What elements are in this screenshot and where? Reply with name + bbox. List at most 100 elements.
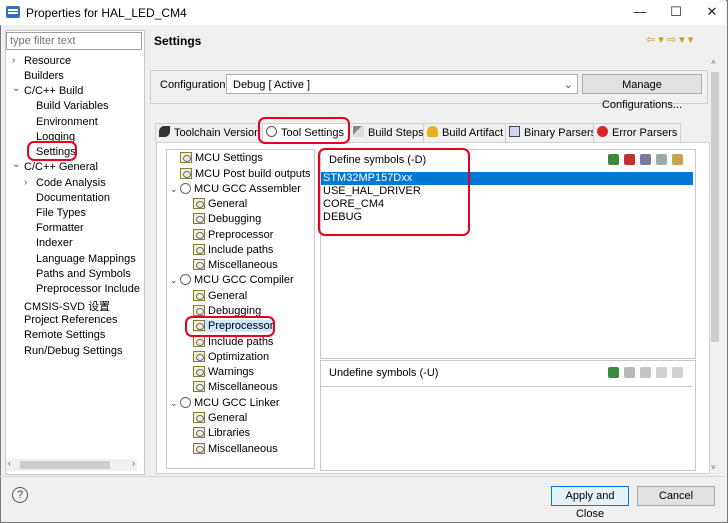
scroll-right-icon[interactable]: › [132, 458, 135, 468]
sidebar-item-logging[interactable]: Logging [36, 131, 75, 143]
define-symbols-title: Define symbols (-D) [329, 154, 427, 166]
move-up-icon[interactable] [656, 367, 667, 378]
gear-icon [180, 397, 191, 408]
sidebar-item-paths-and-symbols[interactable]: Paths and Symbols [36, 268, 131, 280]
sidebar-item-indexer[interactable]: Indexer [36, 237, 73, 249]
tree-item-asm-miscellaneous[interactable]: Miscellaneous [193, 259, 278, 271]
tab-tool-settings[interactable]: Tool Settings [262, 123, 351, 142]
configuration-value: Debug [ Active ] [233, 79, 311, 91]
tab-binary-parsers[interactable]: Binary Parsers [505, 123, 596, 142]
sidebar-item-cpp-build[interactable]: C/C++ Build [24, 85, 83, 97]
sidebar-item-settings[interactable]: Settings [36, 146, 76, 158]
close-button[interactable]: ✕ [698, 3, 726, 21]
tree-item-cc-general[interactable]: General [193, 290, 247, 302]
add-icon[interactable] [608, 154, 619, 165]
minimize-button[interactable]: — [626, 3, 654, 21]
configuration-select[interactable]: Debug [ Active ] ⌄ [226, 74, 578, 94]
history-nav-buttons[interactable]: ⇦ ▾ ⇨ ▾ ▾ [646, 33, 693, 46]
tree-item-asm-include-paths[interactable]: Include paths [193, 244, 273, 256]
scroll-left-icon[interactable]: ‹ [8, 458, 11, 468]
collapse-arrow-icon[interactable]: ⌄ [170, 275, 180, 286]
tree-item-cc-debugging[interactable]: Debugging [193, 305, 261, 317]
sidebar-item-file-types[interactable]: File Types [36, 207, 86, 219]
settings-page-icon [193, 320, 205, 331]
tree-item-cc-preprocessor[interactable]: Preprocessor [193, 320, 276, 332]
sidebar-item-resource[interactable]: Resource [24, 55, 71, 67]
filter-input[interactable] [6, 32, 142, 50]
tree-label: General [208, 198, 248, 210]
settings-page-icon [193, 351, 205, 362]
list-item[interactable]: DEBUG [321, 211, 693, 224]
gear-icon [180, 183, 191, 194]
tab-label: Tool Settings [281, 127, 344, 139]
tree-item-asm-preprocessor[interactable]: Preprocessor [193, 229, 273, 241]
sidebar-item-builders[interactable]: Builders [24, 70, 64, 82]
tree-item-cc-include-paths[interactable]: Include paths [193, 336, 273, 348]
sidebar-item-cpp-general[interactable]: C/C++ General [24, 161, 98, 173]
tab-label: Build Steps [368, 127, 424, 139]
edit-icon[interactable] [640, 367, 651, 378]
tree-item-ld-general[interactable]: General [193, 412, 247, 424]
tree-item-ld-libraries[interactable]: Libraries [193, 427, 250, 439]
delete-icon[interactable] [624, 367, 635, 378]
list-item[interactable]: STM32MP157Dxx [321, 172, 693, 185]
tree-item-cc-miscellaneous[interactable]: Miscellaneous [193, 381, 278, 393]
tree-item-cc-optimization[interactable]: Optimization [193, 351, 269, 363]
tab-build-steps[interactable]: Build Steps [349, 123, 425, 142]
tree-item-ld-miscellaneous[interactable]: Miscellaneous [193, 443, 278, 455]
scrollbar-thumb[interactable] [711, 72, 719, 342]
expand-arrow-icon[interactable]: › [24, 177, 27, 188]
main-vertical-scrollbar[interactable]: ˄ ˅ [709, 58, 721, 472]
list-item[interactable]: USE_HAL_DRIVER [321, 185, 693, 198]
move-down-icon[interactable] [672, 154, 683, 165]
sidebar-item-preprocessor-include[interactable]: Preprocessor Include [36, 283, 140, 295]
tree-item-mcu-gcc-compiler[interactable]: ⌄ MCU GCC Compiler [170, 274, 294, 286]
sidebar-horizontal-scrollbar[interactable]: ‹ › [6, 458, 137, 471]
tab-error-parsers[interactable]: Error Parsers [593, 123, 681, 142]
scroll-down-icon[interactable]: ˅ [711, 463, 716, 472]
collapse-arrow-icon[interactable]: ⌄ [170, 184, 180, 195]
sidebar-item-formatter[interactable]: Formatter [36, 222, 84, 234]
tree-item-mcu-post-build[interactable]: MCU Post build outputs [180, 168, 311, 180]
manage-configurations-button[interactable]: Manage Configurations... [582, 74, 702, 111]
tab-build-artifact[interactable]: Build Artifact [423, 123, 507, 142]
sidebar-item-environment[interactable]: Environment [36, 116, 98, 128]
collapse-arrow-icon[interactable]: ⌄ [12, 159, 20, 170]
sidebar-item-cmsis-svd[interactable]: CMSIS-SVD 设置 [24, 298, 110, 314]
cancel-button[interactable]: Cancel [637, 486, 715, 506]
tab-toolchain-version[interactable]: Toolchain Version [155, 123, 265, 142]
apply-and-close-button[interactable]: Apply and Close [551, 486, 629, 520]
expand-arrow-icon[interactable]: › [12, 55, 15, 66]
sidebar-item-code-analysis[interactable]: Code Analysis [36, 177, 106, 189]
tree-label: MCU GCC Compiler [194, 274, 294, 286]
sidebar-item-build-variables[interactable]: Build Variables [36, 100, 109, 112]
move-up-icon[interactable] [656, 154, 667, 165]
collapse-arrow-icon[interactable]: ⌄ [170, 398, 180, 409]
collapse-arrow-icon[interactable]: ⌄ [12, 83, 20, 94]
settings-page-icon [193, 443, 205, 454]
move-down-icon[interactable] [672, 367, 683, 378]
add-icon[interactable] [608, 367, 619, 378]
settings-page-icon [193, 290, 205, 301]
tree-label: Miscellaneous [208, 259, 278, 271]
binary-icon [509, 126, 520, 137]
scroll-up-icon[interactable]: ˄ [711, 58, 716, 67]
tree-item-asm-general[interactable]: General [193, 198, 247, 210]
sidebar-item-run-debug-settings[interactable]: Run/Debug Settings [24, 345, 122, 357]
delete-icon[interactable] [624, 154, 635, 165]
tree-item-mcu-gcc-linker[interactable]: ⌄ MCU GCC Linker [170, 397, 280, 409]
scrollbar-thumb[interactable] [20, 461, 110, 469]
sidebar-item-language-mappings[interactable]: Language Mappings [36, 253, 136, 265]
tree-label: Miscellaneous [208, 381, 278, 393]
edit-icon[interactable] [640, 154, 651, 165]
sidebar-item-project-references[interactable]: Project References [24, 314, 118, 326]
maximize-button[interactable]: ☐ [662, 3, 690, 21]
sidebar-item-documentation[interactable]: Documentation [36, 192, 110, 204]
tree-item-cc-warnings[interactable]: Warnings [193, 366, 254, 378]
tree-item-mcu-settings[interactable]: MCU Settings [180, 152, 263, 164]
tree-item-mcu-gcc-assembler[interactable]: ⌄ MCU GCC Assembler [170, 183, 301, 195]
sidebar-item-remote-settings[interactable]: Remote Settings [24, 329, 105, 341]
list-item[interactable]: CORE_CM4 [321, 198, 693, 211]
help-icon[interactable]: ? [12, 487, 28, 503]
tree-item-asm-debugging[interactable]: Debugging [193, 213, 261, 225]
